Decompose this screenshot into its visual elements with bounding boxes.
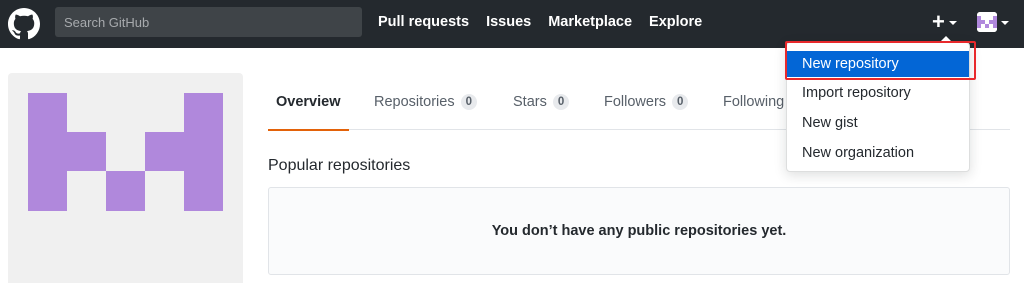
caret-down-icon: [1001, 21, 1009, 25]
menu-item-import-repository[interactable]: Import repository: [787, 80, 969, 106]
user-menu-button[interactable]: [977, 11, 1009, 33]
caret-down-icon: [948, 21, 957, 25]
nav-marketplace[interactable]: Marketplace: [548, 14, 632, 30]
popular-repositories-heading: Popular repositories: [268, 157, 411, 174]
menu-item-new-organization[interactable]: New organization: [787, 140, 969, 166]
empty-message: You don’t have any public repositories y…: [491, 223, 787, 239]
tab-overview[interactable]: Overview: [268, 74, 349, 131]
counter-badge: 0: [460, 94, 477, 110]
empty-repositories-box: You don’t have any public repositories y…: [268, 187, 1010, 275]
tab-repositories[interactable]: Repositories 0: [374, 74, 477, 130]
dropdown-arrow: [938, 35, 954, 43]
plus-icon: +: [932, 9, 945, 34]
top-header: Pull requests Issues Marketplace Explore…: [0, 0, 1024, 48]
nav-issues[interactable]: Issues: [486, 14, 531, 30]
counter-badge: 0: [552, 94, 570, 110]
tab-label: Following: [723, 94, 785, 110]
tab-stars[interactable]: Stars 0: [513, 74, 570, 130]
identicon-avatar: [8, 73, 243, 283]
menu-item-new-repository[interactable]: New repository: [787, 51, 969, 77]
avatar-icon: [977, 12, 997, 32]
tab-following[interactable]: Following: [723, 74, 784, 130]
tab-followers[interactable]: Followers 0: [604, 74, 689, 130]
nav-explore[interactable]: Explore: [649, 14, 702, 30]
search-box[interactable]: [55, 7, 362, 37]
create-new-dropdown: New repository Import repository New gis…: [786, 35, 970, 172]
menu-item-new-gist[interactable]: New gist: [787, 110, 969, 136]
search-input[interactable]: [55, 7, 362, 37]
tab-label: Overview: [276, 94, 341, 110]
tab-label: Stars: [513, 94, 547, 110]
nav-pull-requests[interactable]: Pull requests: [378, 14, 469, 30]
tab-label: Followers: [604, 94, 667, 110]
tab-label: Repositories: [374, 94, 455, 110]
github-octocat-icon[interactable]: [8, 8, 40, 40]
create-new-button[interactable]: +: [932, 11, 957, 33]
main-nav: Pull requests Issues Marketplace Explore: [378, 0, 719, 44]
counter-badge: 0: [672, 94, 689, 110]
